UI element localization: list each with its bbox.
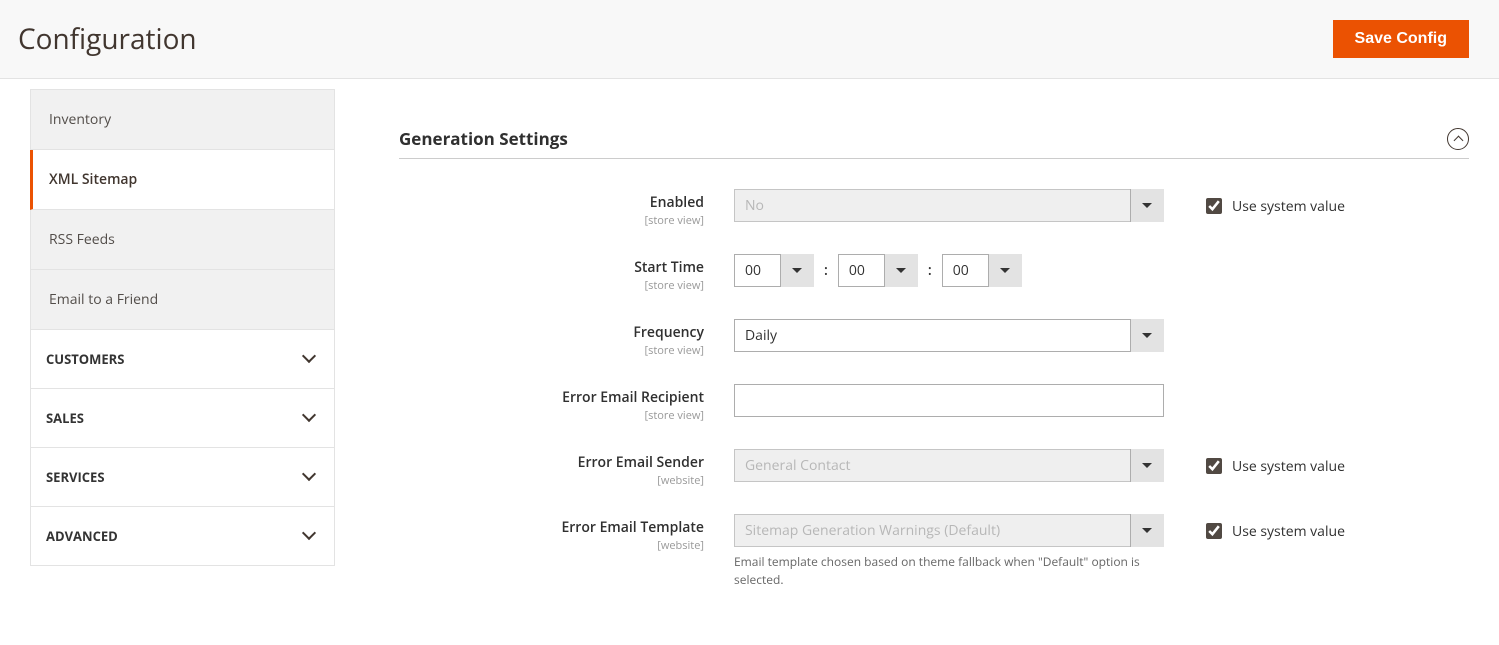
label-enabled: Enabled bbox=[650, 193, 704, 212]
config-content: Generation Settings Enabled [store view]… bbox=[335, 79, 1499, 645]
label-start-time: Start Time bbox=[634, 258, 704, 277]
frequency-select[interactable]: Daily bbox=[734, 319, 1164, 352]
error-sender-use-system-checkbox[interactable] bbox=[1206, 458, 1222, 474]
select-wrap: No bbox=[734, 189, 1164, 222]
use-system-label[interactable]: Use system value bbox=[1232, 457, 1345, 476]
field-frequency: Frequency [store view] Daily bbox=[399, 319, 1469, 358]
config-sidebar: Inventory XML Sitemap RSS Feeds Email to… bbox=[0, 79, 335, 645]
sidebar-item-email-friend[interactable]: Email to a Friend bbox=[30, 270, 335, 330]
collapse-icon[interactable] bbox=[1447, 128, 1469, 150]
label-error-template: Error Email Template bbox=[561, 518, 704, 537]
page-header: Configuration Save Config bbox=[0, 0, 1499, 79]
sidebar-item-rss-feeds[interactable]: RSS Feeds bbox=[30, 210, 335, 270]
start-time-hh-select[interactable]: 00 bbox=[734, 254, 814, 287]
enabled-use-system-checkbox[interactable] bbox=[1206, 198, 1222, 214]
chevron-down-icon bbox=[304, 353, 316, 365]
scope-website: [website] bbox=[399, 538, 704, 553]
field-error-sender: Error Email Sender [website] General Con… bbox=[399, 449, 1469, 488]
section-title: Generation Settings bbox=[399, 127, 568, 150]
chevron-down-icon bbox=[304, 471, 316, 483]
page-title: Configuration bbox=[18, 20, 197, 58]
use-system-label[interactable]: Use system value bbox=[1232, 522, 1345, 541]
error-sender-select: General Contact bbox=[734, 449, 1164, 482]
sidebar-group-customers[interactable]: CUSTOMERS bbox=[30, 330, 335, 389]
error-template-use-system-checkbox[interactable] bbox=[1206, 523, 1222, 539]
time-separator: : bbox=[818, 261, 834, 280]
use-system-label[interactable]: Use system value bbox=[1232, 197, 1345, 216]
enabled-select: No bbox=[734, 189, 1164, 222]
chevron-down-icon bbox=[304, 412, 316, 424]
field-error-recipient: Error Email Recipient [store view] bbox=[399, 384, 1469, 423]
sidebar-group-services[interactable]: SERVICES bbox=[30, 448, 335, 507]
sidebar-group-advanced[interactable]: ADVANCED bbox=[30, 507, 335, 566]
start-time-mm-select[interactable]: 00 bbox=[838, 254, 918, 287]
field-error-template: Error Email Template [website] Sitemap G… bbox=[399, 514, 1469, 589]
section-header[interactable]: Generation Settings bbox=[399, 127, 1469, 159]
field-start-time: Start Time [store view] 00 : 00 : 00 bbox=[399, 254, 1469, 293]
label-frequency: Frequency bbox=[633, 323, 704, 342]
sidebar-group-sales[interactable]: SALES bbox=[30, 389, 335, 448]
save-config-button[interactable]: Save Config bbox=[1333, 20, 1469, 58]
error-template-note: Email template chosen based on theme fal… bbox=[734, 553, 1164, 589]
time-separator: : bbox=[922, 261, 938, 280]
sidebar-item-xml-sitemap[interactable]: XML Sitemap bbox=[30, 150, 335, 210]
field-enabled: Enabled [store view] No Use system value bbox=[399, 189, 1469, 228]
error-template-select: Sitemap Generation Warnings (Default) bbox=[734, 514, 1164, 547]
label-error-recipient: Error Email Recipient bbox=[562, 388, 704, 407]
error-recipient-input[interactable] bbox=[734, 384, 1164, 417]
sidebar-item-inventory[interactable]: Inventory bbox=[30, 89, 335, 150]
start-time-ss-select[interactable]: 00 bbox=[942, 254, 1022, 287]
chevron-down-icon bbox=[304, 530, 316, 542]
scope-store-view: [store view] bbox=[399, 408, 704, 423]
scope-store-view: [store view] bbox=[399, 343, 704, 358]
scope-website: [website] bbox=[399, 473, 704, 488]
scope-store-view: [store view] bbox=[399, 213, 704, 228]
label-error-sender: Error Email Sender bbox=[578, 453, 704, 472]
scope-store-view: [store view] bbox=[399, 278, 704, 293]
